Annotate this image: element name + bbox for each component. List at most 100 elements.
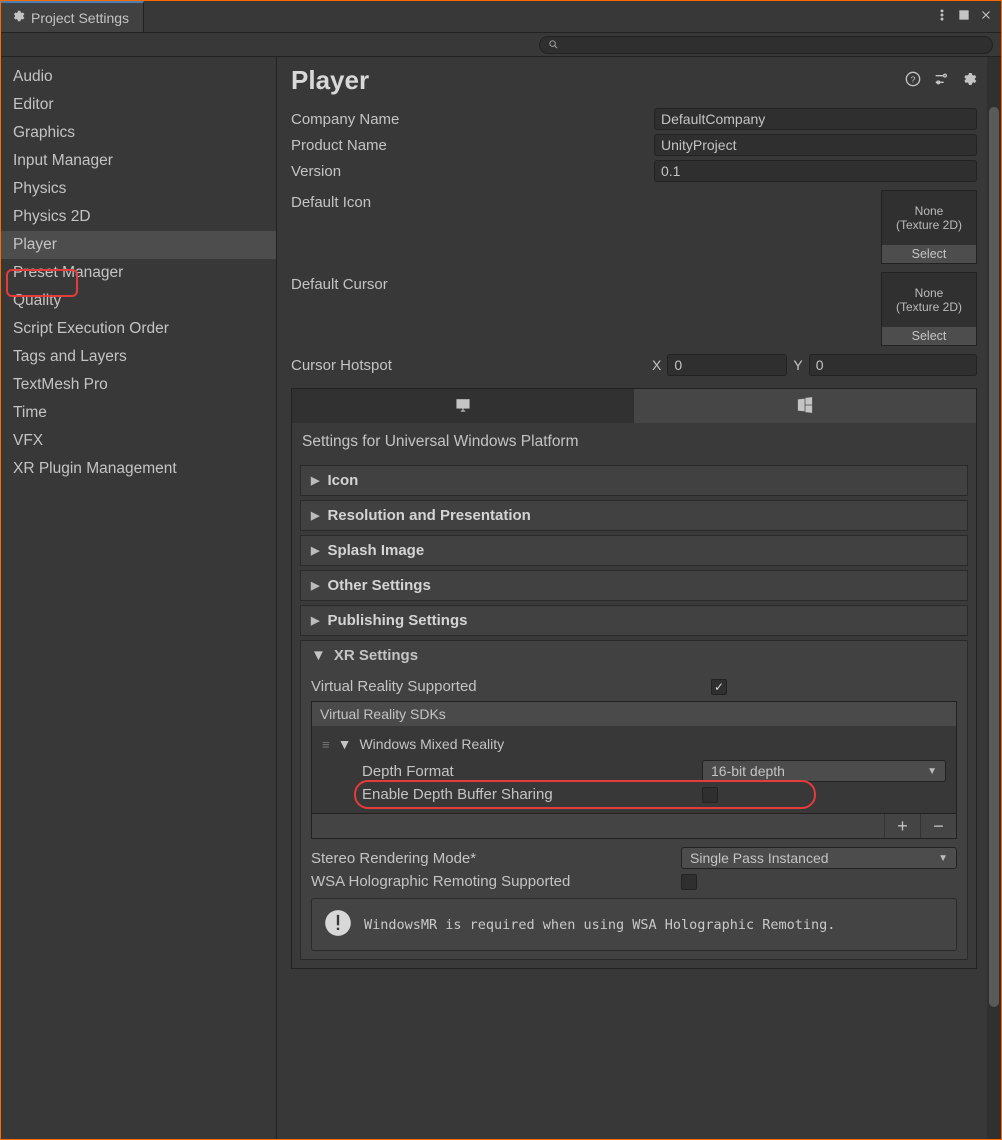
hotspot-x-label: X [652,357,661,373]
triangle-down-icon: ▼ [338,736,352,752]
main-panel: Player ? Company Name DefaultCompany [277,57,987,1139]
wsa-remoting-label: WSA Holographic Remoting Supported [311,873,681,890]
tab-uwp[interactable] [634,389,976,423]
search-input[interactable] [539,36,993,54]
sidebar-item-physics-2d[interactable]: Physics 2D [1,203,276,231]
product-name-input[interactable]: UnityProject [654,134,977,156]
close-icon[interactable] [979,8,993,25]
sidebar-item-quality[interactable]: Quality [1,287,276,315]
scrollbar[interactable] [987,57,1001,1139]
default-cursor-picker[interactable]: None (Texture 2D) Select [881,272,977,346]
product-name-label: Product Name [291,137,646,154]
default-cursor-select[interactable]: Select [882,327,976,345]
default-cursor-label: Default Cursor [291,272,646,293]
settings-icon[interactable] [961,71,977,90]
texture-type-text: (Texture 2D) [896,218,962,232]
depth-format-value: 16-bit depth [711,763,785,779]
page-title: Player [291,65,369,96]
search-icon [548,37,559,53]
foldout-other-settings[interactable]: ▶ Other Settings [300,570,968,601]
chevron-down-icon: ▼ [938,853,948,864]
sidebar-item-time[interactable]: Time [1,399,276,427]
company-name-label: Company Name [291,111,646,128]
cursor-hotspot-label: Cursor Hotspot [291,357,646,374]
sidebar-item-audio[interactable]: Audio [1,63,276,91]
monitor-icon [454,396,472,417]
enable-depth-checkbox[interactable] [702,787,718,803]
enable-depth-label: Enable Depth Buffer Sharing [362,786,702,803]
triangle-right-icon: ▶ [311,509,319,522]
version-input[interactable]: 0.1 [654,160,977,182]
sdk-item-wmr[interactable]: ≡ ▼ Windows Mixed Reality [322,732,946,756]
add-sdk-button[interactable]: + [884,814,920,838]
sidebar-item-input-manager[interactable]: Input Manager [1,147,276,175]
xr-settings-section: ▼ XR Settings Virtual Reality Supported … [300,640,968,960]
maximize-icon[interactable] [957,8,971,25]
warning-box: WindowsMR is required when using WSA Hol… [311,898,957,951]
sidebar-item-editor[interactable]: Editor [1,91,276,119]
stereo-mode-label: Stereo Rendering Mode* [311,850,681,867]
texture-none-text: None [915,204,944,218]
sidebar-item-preset-manager[interactable]: Preset Manager [1,259,276,287]
tab-project-settings[interactable]: Project Settings [1,1,144,32]
gear-icon [11,9,25,26]
sidebar-item-vfx[interactable]: VFX [1,427,276,455]
foldout-label: Splash Image [327,542,424,559]
triangle-right-icon: ▶ [311,579,319,592]
sidebar-item-physics[interactable]: Physics [1,175,276,203]
kebab-menu-icon[interactable] [935,8,949,25]
tab-standalone[interactable] [292,389,634,423]
windows-icon [796,396,814,417]
platform-box: Settings for Universal Windows Platform … [291,388,977,969]
version-label: Version [291,163,646,180]
sidebar-item-graphics[interactable]: Graphics [1,119,276,147]
default-icon-select[interactable]: Select [882,245,976,263]
remove-sdk-button[interactable]: − [920,814,956,838]
foldout-label: Publishing Settings [327,612,467,629]
texture-none-text: None [915,286,944,300]
sidebar-item-player[interactable]: Player [1,231,276,259]
sdk-item-label: Windows Mixed Reality [359,736,504,752]
sidebar: AudioEditorGraphicsInput ManagerPhysicsP… [1,57,277,1139]
hotspot-y-input[interactable]: 0 [809,354,977,376]
triangle-right-icon: ▶ [311,544,319,557]
scrollbar-thumb[interactable] [989,107,999,1007]
texture-type-text: (Texture 2D) [896,300,962,314]
hotspot-x-input[interactable]: 0 [667,354,787,376]
warning-icon [324,909,352,940]
vr-sdks-title: Virtual Reality SDKs [312,702,956,726]
foldout-label: Other Settings [327,577,430,594]
xr-settings-title: XR Settings [334,647,418,664]
wsa-remoting-checkbox[interactable] [681,874,697,890]
depth-format-dropdown[interactable]: 16-bit depth ▼ [702,760,946,782]
default-icon-picker[interactable]: None (Texture 2D) Select [881,190,977,264]
depth-format-label: Depth Format [362,763,702,780]
triangle-right-icon: ▶ [311,614,319,627]
drag-handle-icon[interactable]: ≡ [322,737,330,752]
vr-sdks-box: Virtual Reality SDKs ≡ ▼ Windows Mixed R… [311,701,957,839]
sidebar-item-script-execution-order[interactable]: Script Execution Order [1,315,276,343]
foldout-label: Icon [327,472,358,489]
xr-settings-header[interactable]: ▼ XR Settings [301,641,967,670]
triangle-right-icon: ▶ [311,474,319,487]
default-icon-label: Default Icon [291,190,646,211]
hotspot-y-label: Y [793,357,802,373]
help-icon[interactable]: ? [905,71,921,90]
stereo-mode-value: Single Pass Instanced [690,850,829,866]
foldout-publishing-settings[interactable]: ▶ Publishing Settings [300,605,968,636]
search-row [1,33,1001,57]
company-name-input[interactable]: DefaultCompany [654,108,977,130]
stereo-mode-dropdown[interactable]: Single Pass Instanced ▼ [681,847,957,869]
presets-icon[interactable] [933,71,949,90]
vr-supported-checkbox[interactable] [711,679,727,695]
warning-text: WindowsMR is required when using WSA Hol… [364,917,835,933]
sidebar-item-xr-plugin-management[interactable]: XR Plugin Management [1,455,276,483]
foldout-resolution-and-presentation[interactable]: ▶ Resolution and Presentation [300,500,968,531]
foldout-label: Resolution and Presentation [327,507,530,524]
sidebar-item-tags-and-layers[interactable]: Tags and Layers [1,343,276,371]
foldout-splash-image[interactable]: ▶ Splash Image [300,535,968,566]
titlebar: Project Settings [1,1,1001,33]
sidebar-item-textmesh-pro[interactable]: TextMesh Pro [1,371,276,399]
foldout-icon[interactable]: ▶ Icon [300,465,968,496]
platform-settings-title: Settings for Universal Windows Platform [292,423,976,461]
